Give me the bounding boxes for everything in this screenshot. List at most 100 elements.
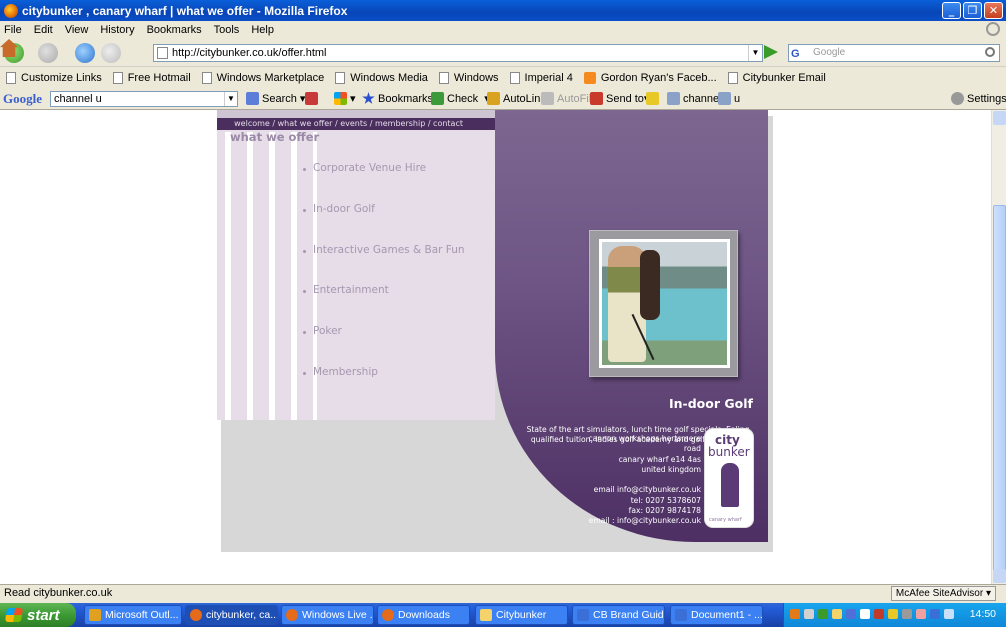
scrollbar-thumb[interactable] — [993, 205, 1006, 579]
send-to-button[interactable]: Send to▾ — [590, 92, 649, 105]
news-button[interactable]: ▾ — [334, 92, 356, 105]
bookmark-citybunker-email[interactable]: Citybunker Email — [727, 71, 826, 84]
offer-item-interactive-games[interactable]: Interactive Games & Bar Fun — [303, 244, 465, 285]
firefox-icon — [4, 3, 18, 18]
menu-bookmarks[interactable]: Bookmarks — [147, 24, 202, 36]
tray-icon[interactable] — [916, 609, 926, 619]
address-email-2[interactable]: email : info@citybunker.co.uk — [585, 516, 701, 526]
site-nav[interactable]: welcome / what we offer / events / membe… — [217, 118, 495, 130]
popup-blocker-button[interactable] — [305, 92, 321, 105]
tray-icon[interactable] — [930, 609, 940, 619]
golf-simulator-photo — [599, 239, 730, 368]
bullet-icon — [303, 168, 306, 171]
tray-icon[interactable] — [790, 609, 800, 619]
url-bar[interactable]: http://citybunker.co.uk/offer.html ▼ — [153, 44, 763, 62]
start-button[interactable]: start — [0, 603, 76, 627]
word-icon — [577, 609, 589, 621]
title-bar: citybunker , canary wharf | what we offe… — [0, 0, 1006, 21]
bookmark-customize-links[interactable]: Customize Links — [6, 71, 102, 84]
address-line: canary wharf e14 4as — [618, 454, 701, 464]
bookmark-windows-media[interactable]: Windows Media — [335, 71, 428, 84]
mcafee-siteadvisor-button[interactable]: McAfee SiteAdvisor ▾ — [890, 586, 996, 601]
autofill-button[interactable]: AutoFill — [541, 92, 594, 105]
bookmark-windows-marketplace[interactable]: Windows Marketplace — [201, 71, 324, 84]
offer-item-corporate-venue-hire[interactable]: Corporate Venue Hire — [303, 162, 465, 203]
offer-item-poker[interactable]: Poker — [303, 325, 465, 366]
menu-history[interactable]: History — [100, 24, 134, 36]
scroll-up-arrow-icon[interactable] — [993, 111, 1006, 125]
google-search-input[interactable]: channel u ▼ — [50, 91, 238, 107]
tray-icon[interactable] — [832, 609, 842, 619]
url-dropdown-icon[interactable]: ▼ — [748, 45, 762, 61]
bullet-icon — [303, 208, 306, 212]
taskbar-item-windows-live[interactable]: Windows Live ... — [281, 605, 374, 625]
search-engine-icon[interactable]: G — [791, 46, 800, 62]
scroll-down-arrow-icon[interactable] — [993, 569, 1006, 583]
tray-icon[interactable] — [902, 609, 912, 619]
search-icon[interactable] — [985, 47, 995, 57]
tray-icon[interactable] — [818, 609, 828, 619]
page-icon — [157, 47, 168, 59]
firefox-icon — [190, 609, 202, 621]
menu-tools[interactable]: Tools — [214, 24, 240, 36]
taskbar-item-citybunker-firefox[interactable]: citybunker, ca... — [185, 605, 278, 625]
offer-item-indoor-golf[interactable]: In-door Golf — [303, 203, 465, 244]
vertical-scrollbar[interactable] — [991, 110, 1006, 584]
tray-icon[interactable] — [804, 609, 814, 619]
tray-icon[interactable] — [846, 609, 856, 619]
maximize-button[interactable]: ❐ — [963, 2, 982, 19]
offer-item-membership[interactable]: Membership — [303, 366, 465, 407]
menu-view[interactable]: View — [65, 24, 89, 36]
highlighter-button[interactable] — [646, 92, 662, 105]
forward-button[interactable] — [38, 43, 58, 63]
bookmarks-toolbar: Customize Links Free Hotmail Windows Mar… — [0, 67, 1006, 88]
page-icon — [112, 71, 123, 84]
taskbar-item-outlook[interactable]: Microsoft Outl... — [84, 605, 182, 625]
minimize-button[interactable]: _ — [942, 2, 961, 19]
taskbar-item-citybunker-folder[interactable]: Citybunker — [475, 605, 568, 625]
spellcheck-icon — [431, 92, 444, 105]
page-icon — [438, 71, 449, 84]
autolink-button[interactable]: AutoLink — [487, 92, 546, 105]
google-logo[interactable]: Google — [3, 91, 42, 107]
citybunker-logo: city bunker canary wharf — [704, 428, 754, 528]
page-icon — [727, 71, 738, 84]
taskbar-item-document1[interactable]: Document1 - ... — [670, 605, 763, 625]
offer-item-entertainment[interactable]: Entertainment — [303, 284, 465, 325]
search-term-u[interactable]: u — [718, 92, 740, 105]
go-button[interactable] — [764, 45, 778, 59]
firefox-icon — [382, 609, 394, 621]
reload-button[interactable] — [75, 43, 95, 63]
bullet-icon — [303, 249, 306, 253]
search-input[interactable]: G Google — [788, 44, 1000, 62]
bookmark-imperial-4[interactable]: Imperial 4 — [509, 71, 573, 84]
search-term-channel[interactable]: channel — [667, 92, 722, 105]
google-search-button[interactable]: Search ▾ — [246, 92, 305, 105]
popup-blocker-icon — [305, 92, 318, 105]
page-icon — [201, 71, 212, 84]
bookmark-free-hotmail[interactable]: Free Hotmail — [112, 71, 191, 84]
google-settings-button[interactable]: Settings▾ — [951, 92, 1006, 105]
google-bookmarks-button[interactable]: Bookmarks▾ — [362, 92, 439, 105]
tray-icon[interactable] — [874, 609, 884, 619]
spell-check-button[interactable]: Check ▾ — [431, 92, 490, 105]
menu-help[interactable]: Help — [251, 24, 274, 36]
autolink-icon — [487, 92, 500, 105]
tray-icon[interactable] — [888, 609, 898, 619]
taskbar-item-downloads[interactable]: Downloads — [377, 605, 470, 625]
bookmark-gordon-ryan[interactable]: Gordon Ryan's Faceb... — [583, 71, 717, 84]
volume-icon[interactable] — [944, 609, 954, 619]
menu-file[interactable]: File — [4, 24, 22, 36]
stop-button[interactable] — [101, 43, 121, 63]
taskbar-item-cb-brand-guide[interactable]: CB Brand Guid... — [572, 605, 665, 625]
tray-icon[interactable] — [860, 609, 870, 619]
address-email[interactable]: email info@citybunker.co.uk — [585, 485, 701, 495]
menu-edit[interactable]: Edit — [34, 24, 53, 36]
status-text: Read citybunker.co.uk — [4, 587, 113, 599]
page-viewport: welcome / what we offer / events / membe… — [0, 110, 991, 584]
chevron-down-icon[interactable]: ▼ — [224, 92, 237, 106]
home-button[interactable] — [0, 39, 18, 57]
feature-title: In-door Golf — [669, 396, 753, 411]
close-button[interactable]: ✕ — [984, 2, 1003, 19]
bookmark-windows[interactable]: Windows — [438, 71, 499, 84]
